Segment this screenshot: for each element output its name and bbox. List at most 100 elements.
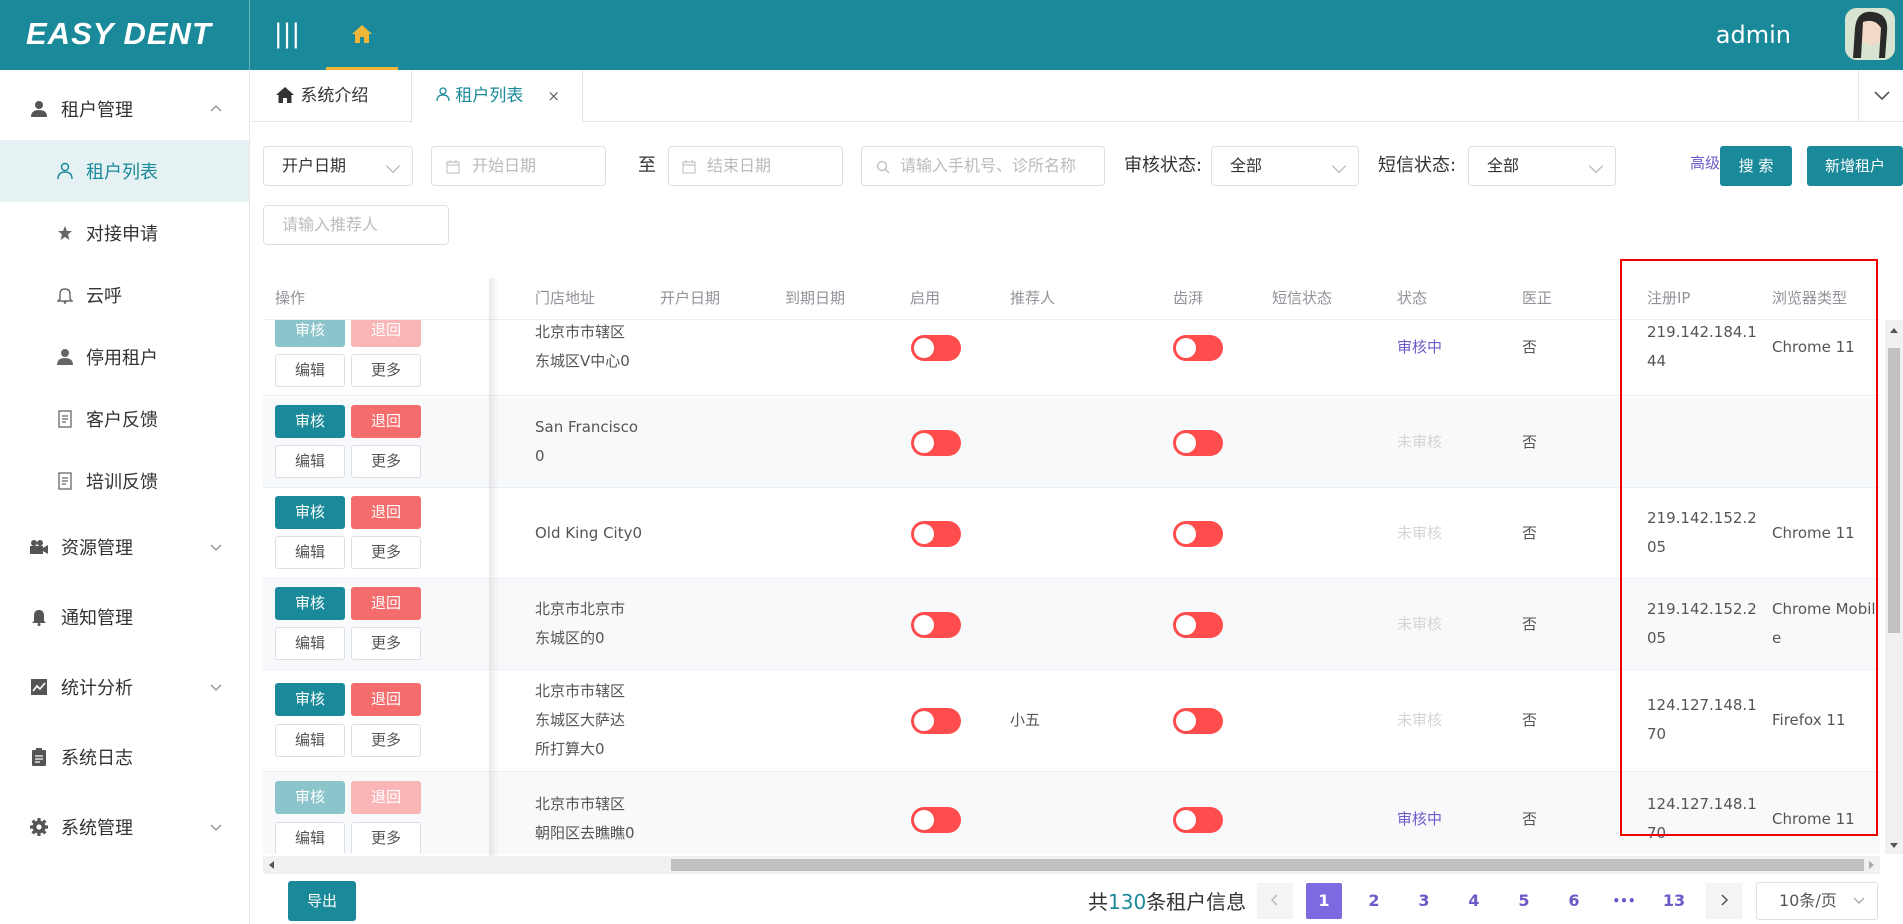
menu-notice-mgmt[interactable]: 通知管理 [0, 586, 249, 648]
page-13[interactable]: 13 [1656, 883, 1692, 919]
page-2[interactable]: 2 [1356, 883, 1392, 919]
advanced-link[interactable]: 高级 [1690, 152, 1720, 173]
address-line: 0 [535, 447, 545, 465]
edit-button[interactable]: 编辑 [275, 536, 345, 569]
sidebar-item-docking[interactable]: 对接申请 [0, 202, 249, 264]
return-button[interactable]: 退回 [351, 496, 421, 529]
chevron-down-icon [210, 544, 222, 552]
more-button[interactable]: 更多 [351, 822, 421, 854]
audit-status-select[interactable]: 全部 [1211, 146, 1359, 186]
audit-button[interactable]: 审核 [275, 683, 345, 716]
page-6[interactable]: 6 [1556, 883, 1592, 919]
chevron-down-icon [210, 684, 222, 692]
tab-tenant-list[interactable]: 租户列表 × [411, 70, 583, 123]
avatar[interactable] [1845, 8, 1895, 60]
menu-tenant-mgmt[interactable]: 租户管理 [0, 78, 249, 140]
more-button[interactable]: 更多 [351, 354, 421, 387]
home-nav-button[interactable] [326, 0, 398, 70]
date-type-select[interactable]: 开户日期 [263, 146, 413, 186]
page-4[interactable]: 4 [1456, 883, 1492, 919]
more-button[interactable]: 更多 [351, 536, 421, 569]
chevron-down-icon [1331, 158, 1347, 174]
search-input[interactable]: 请输入手机号、诊所名称 [861, 146, 1105, 186]
more-button[interactable]: 更多 [351, 627, 421, 660]
page-1[interactable]: 1 [1306, 883, 1342, 919]
sms-status-select[interactable]: 全部 [1468, 146, 1616, 186]
horizontal-scroll-thumb[interactable] [671, 859, 1864, 871]
enable-switch[interactable] [911, 521, 961, 547]
sidebar-item-tenant-list[interactable]: 租户列表 [0, 140, 249, 202]
next-page-button[interactable] [1706, 883, 1742, 919]
dental-switch[interactable] [1173, 807, 1223, 833]
search-button[interactable]: 搜 索 [1720, 146, 1792, 186]
menu-stats[interactable]: 统计分析 [0, 656, 249, 718]
scroll-down-icon[interactable] [1889, 840, 1899, 850]
menu-toggle-icon[interactable]: ||| [270, 18, 304, 52]
enable-switch[interactable] [911, 335, 961, 361]
tabs-dropdown-button[interactable] [1858, 70, 1903, 122]
export-button[interactable]: 导出 [288, 881, 356, 921]
end-date-input[interactable]: 结束日期 [668, 146, 843, 186]
menu-sys-mgmt[interactable]: 系统管理 [0, 796, 249, 858]
page-5[interactable]: 5 [1506, 883, 1542, 919]
more-button[interactable]: 更多 [351, 724, 421, 757]
page-3[interactable]: 3 [1406, 883, 1442, 919]
return-button[interactable]: 退回 [351, 683, 421, 716]
return-button[interactable]: 退回 [351, 781, 421, 814]
return-button[interactable]: 退回 [351, 405, 421, 438]
dental-switch[interactable] [1173, 708, 1223, 734]
enable-switch[interactable] [911, 612, 961, 638]
audit-button[interactable]: 审核 [275, 781, 345, 814]
start-date-input[interactable]: 开始日期 [431, 146, 606, 186]
menu-label: 系统日志 [61, 748, 133, 769]
referrer-input[interactable]: 请输入推荐人 [263, 205, 449, 245]
edit-button[interactable]: 编辑 [275, 822, 345, 854]
menu-resource-mgmt[interactable]: 资源管理 [0, 516, 249, 578]
vertical-scrollbar[interactable] [1885, 320, 1903, 854]
menu-label: 客户反馈 [86, 410, 158, 431]
audit-button[interactable]: 审核 [275, 320, 345, 347]
edit-button[interactable]: 编辑 [275, 354, 345, 387]
add-tenant-button[interactable]: 新增租户 [1807, 146, 1903, 186]
sidebar-item-customer-feedback[interactable]: 客户反馈 [0, 388, 249, 450]
audit-button[interactable]: 审核 [275, 587, 345, 620]
tab-system-intro[interactable]: 系统介绍 [275, 70, 368, 122]
menu-sys-log[interactable]: 系统日志 [0, 726, 249, 788]
enable-switch[interactable] [911, 430, 961, 456]
user-name[interactable]: admin [1716, 0, 1791, 70]
sidebar-item-training-feedback[interactable]: 培训反馈 [0, 450, 249, 512]
edit-button[interactable]: 编辑 [275, 627, 345, 660]
audit-button[interactable]: 审核 [275, 496, 345, 529]
total-number: 130 [1108, 890, 1147, 914]
select-value: 全部 [1230, 156, 1263, 175]
status-badge: 审核中 [1397, 338, 1443, 356]
audit-button[interactable]: 审核 [275, 405, 345, 438]
dental-switch[interactable] [1173, 612, 1223, 638]
sidebar-item-disabled-tenants[interactable]: 停用租户 [0, 326, 249, 388]
return-button[interactable]: 退回 [351, 587, 421, 620]
dental-switch[interactable] [1173, 335, 1223, 361]
scroll-right-icon[interactable] [1866, 860, 1876, 870]
chevron-left-icon [1270, 894, 1278, 906]
edit-button[interactable]: 编辑 [275, 445, 345, 478]
scroll-left-icon[interactable] [267, 860, 277, 870]
scroll-up-icon[interactable] [1889, 326, 1899, 336]
page-size-select[interactable]: 10条/页 [1756, 882, 1878, 920]
page-ellipsis[interactable]: ••• [1606, 883, 1642, 919]
edit-button[interactable]: 编辑 [275, 724, 345, 757]
return-button[interactable]: 退回 [351, 320, 421, 347]
more-button[interactable]: 更多 [351, 445, 421, 478]
vertical-scroll-thumb[interactable] [1888, 348, 1900, 633]
enable-switch[interactable] [911, 708, 961, 734]
sidebar-item-cloud-call[interactable]: 云呼 [0, 264, 249, 326]
prev-page-button[interactable] [1257, 883, 1293, 919]
placeholder: 请输入手机号、诊所名称 [900, 156, 1077, 175]
video-camera-icon [29, 537, 49, 557]
enable-switch[interactable] [911, 807, 961, 833]
close-icon[interactable]: × [547, 70, 560, 122]
dental-switch[interactable] [1173, 521, 1223, 547]
dental-switch[interactable] [1173, 430, 1223, 456]
horizontal-scrollbar[interactable] [263, 856, 1880, 874]
col-sms: 短信状态 [1272, 289, 1333, 307]
col-op: 操作 [275, 289, 306, 307]
